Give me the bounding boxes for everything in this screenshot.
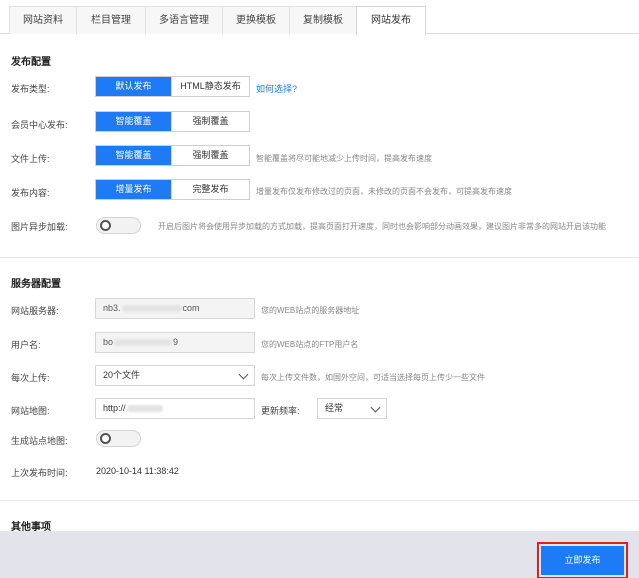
- username-label: 用户名:: [11, 340, 41, 350]
- file-upload-hint: 智能覆盖将尽可能地减少上传时间，提高发布速度: [256, 154, 432, 163]
- section-divider: [0, 257, 639, 258]
- last-publish-label: 上次发布时间:: [11, 468, 68, 478]
- upload-smart-overwrite-button[interactable]: 智能覆盖: [96, 146, 171, 165]
- sitemap-value-start: http://: [103, 403, 126, 413]
- toggle-knob: [100, 220, 111, 231]
- update-frequency-value: 经常: [325, 403, 344, 413]
- member-force-overwrite-button[interactable]: 强制覆盖: [171, 112, 249, 131]
- tab-copy-template[interactable]: 复制模板: [289, 6, 357, 34]
- generate-sitemap-toggle[interactable]: [96, 430, 141, 447]
- publish-content-hint: 增量发布仅发布修改过的页面，未修改的页面不会发布，可提高发布速度: [256, 187, 512, 196]
- per-upload-label: 每次上传:: [11, 373, 50, 383]
- server-hint: 您的WEB站点的服务器地址: [261, 306, 360, 315]
- publish-content-segment: 增量发布 完整发布: [95, 179, 250, 200]
- username-value-end: 9: [173, 337, 179, 347]
- default-publish-button[interactable]: 默认发布: [96, 77, 171, 96]
- redacted-mask: [126, 405, 163, 413]
- last-publish-time: 2020-10-14 11:38:42: [96, 466, 179, 476]
- toggle-knob: [100, 433, 111, 444]
- full-publish-button[interactable]: 完整发布: [171, 180, 249, 199]
- publish-content-label: 发布内容:: [11, 188, 50, 198]
- tab-site-publish[interactable]: 网站发布: [356, 6, 426, 35]
- file-upload-label: 文件上传:: [11, 154, 50, 164]
- per-upload-hint: 每次上传文件数，如国外空间，可适当选择每页上传少一些文件: [261, 373, 485, 382]
- html-static-publish-button[interactable]: HTML静态发布: [171, 77, 249, 96]
- section-divider: [0, 500, 639, 501]
- how-to-choose-link[interactable]: 如何选择?: [256, 82, 297, 95]
- update-frequency-label: 更新频率:: [261, 406, 300, 416]
- incremental-publish-button[interactable]: 增量发布: [96, 180, 171, 199]
- tab-multilanguage[interactable]: 多语言管理: [145, 6, 223, 34]
- publish-now-button[interactable]: 立即发布: [537, 542, 628, 578]
- redacted-mask: [121, 305, 182, 313]
- upload-force-overwrite-button[interactable]: 强制覆盖: [171, 146, 249, 165]
- server-value-start: nb3.: [103, 303, 121, 313]
- member-smart-overwrite-button[interactable]: 智能覆盖: [96, 112, 171, 131]
- update-frequency-select[interactable]: 经常: [317, 398, 387, 419]
- chevron-down-icon: [238, 369, 249, 380]
- tab-change-template[interactable]: 更换模板: [222, 6, 290, 34]
- username-hint: 您的WEB站点的FTP用户名: [261, 340, 359, 349]
- username-value-start: bo: [103, 337, 114, 347]
- sitemap-input[interactable]: http://: [95, 398, 255, 419]
- generate-sitemap-label: 生成站点地图:: [11, 436, 68, 446]
- publish-type-segment: 默认发布 HTML静态发布: [95, 76, 250, 97]
- sitemap-label: 网站地图:: [11, 406, 50, 416]
- server-label: 网站服务器:: [11, 306, 59, 316]
- server-input[interactable]: nb3. com: [95, 298, 255, 319]
- async-images-toggle[interactable]: [96, 217, 141, 234]
- async-images-hint: 开启后图片将会使用异步加载的方式加载，提高页面打开速度，同时也会影响部分动画效果…: [158, 222, 606, 231]
- member-center-label: 会员中心发布:: [11, 120, 68, 130]
- per-upload-select[interactable]: 20个文件: [95, 365, 255, 386]
- redacted-mask: [114, 339, 173, 347]
- section-server-config: 服务器配置: [11, 279, 61, 290]
- tab-site-info[interactable]: 网站资料: [9, 6, 77, 34]
- tab-bar: 网站资料 栏目管理 多语言管理 更换模板 复制模板 网站发布: [0, 0, 639, 35]
- member-center-segment: 智能覆盖 强制覆盖: [95, 111, 250, 132]
- username-input[interactable]: bo 9: [95, 332, 255, 353]
- server-value-end: com: [182, 303, 200, 313]
- chevron-down-icon: [370, 402, 381, 413]
- section-publish-config: 发布配置: [11, 57, 51, 68]
- tab-column-management[interactable]: 栏目管理: [76, 6, 146, 34]
- async-images-label: 图片异步加载:: [11, 222, 68, 232]
- per-upload-value: 20个文件: [103, 370, 141, 380]
- file-upload-segment: 智能覆盖 强制覆盖: [95, 145, 250, 166]
- publish-type-label: 发布类型:: [11, 84, 50, 94]
